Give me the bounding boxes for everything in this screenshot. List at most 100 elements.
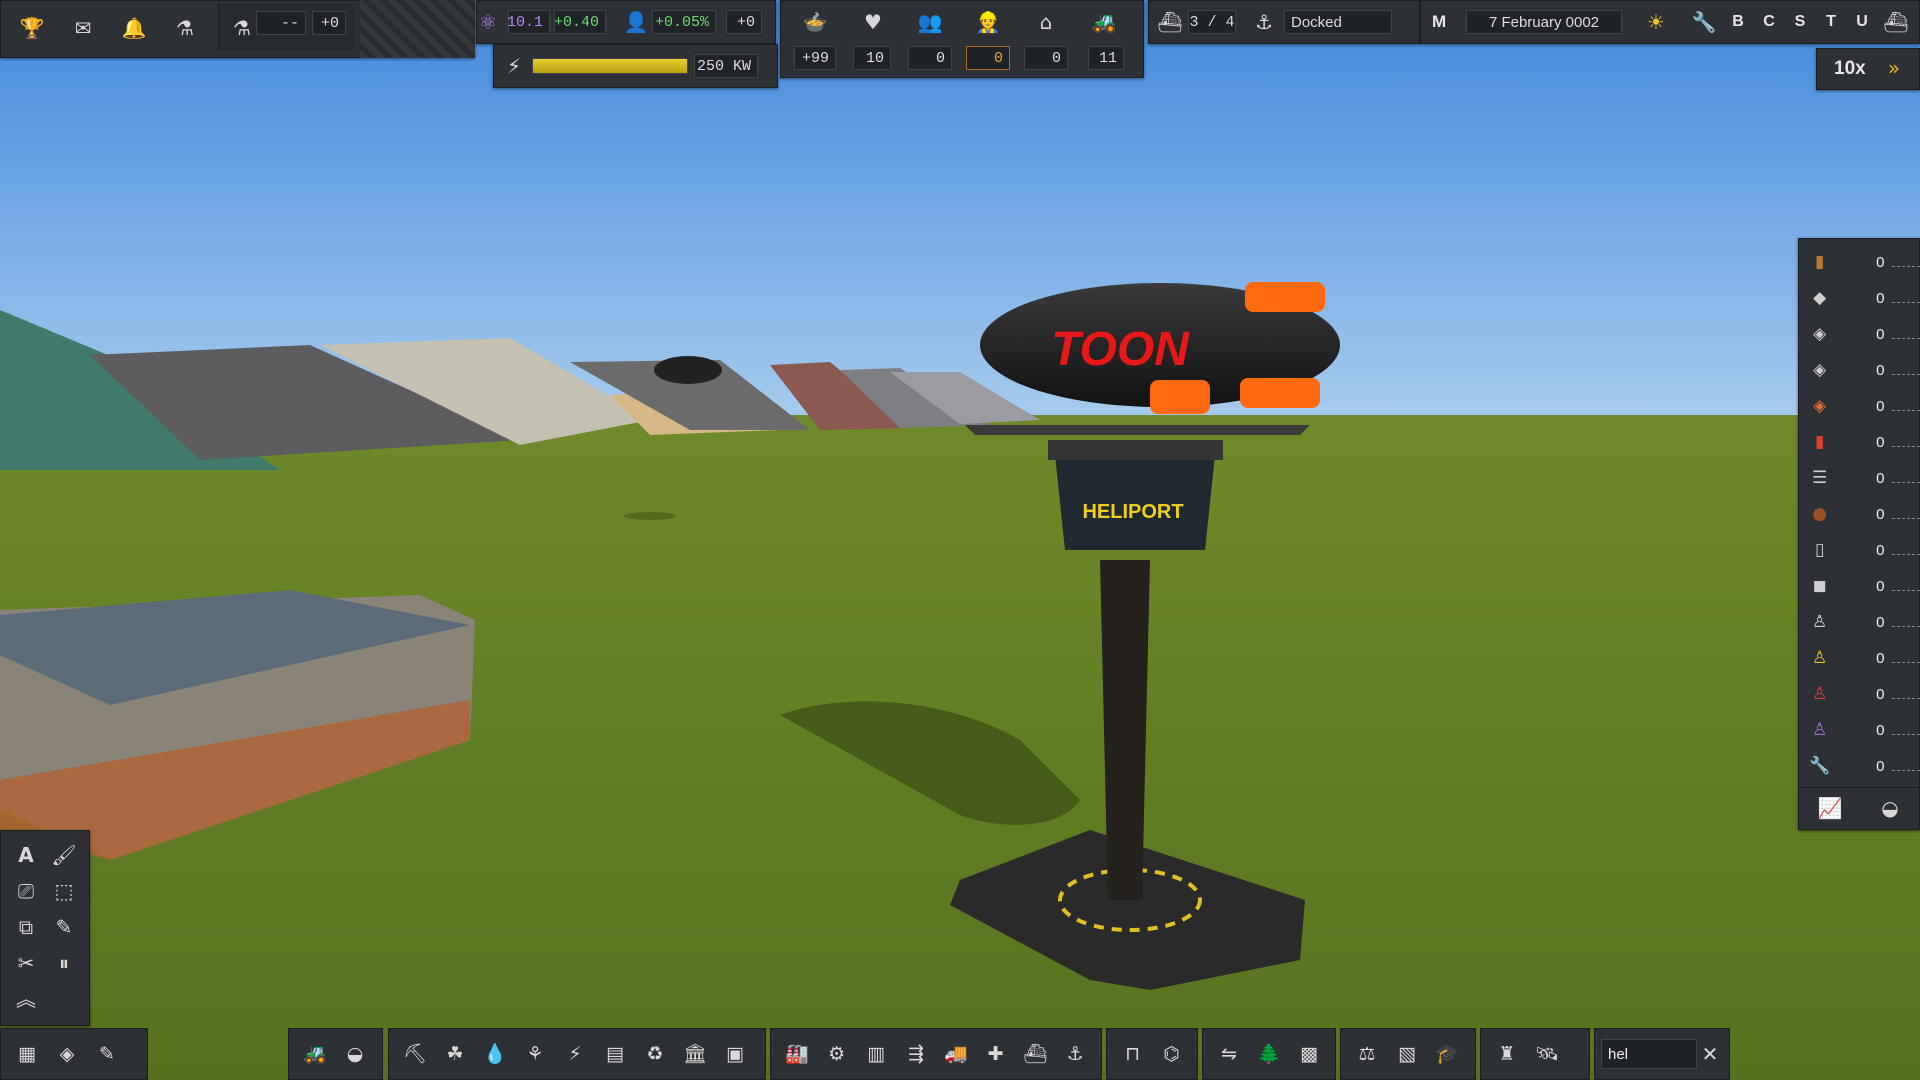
resource-value: 0 bbox=[1876, 325, 1885, 343]
rock-icon: ◆ bbox=[1813, 287, 1827, 308]
house-icon[interactable]: ⌂ bbox=[1028, 2, 1064, 42]
resource-row[interactable]: ◈ 0 bbox=[1800, 316, 1920, 352]
eyedropper-icon[interactable]: ✎ bbox=[46, 910, 82, 944]
resource-row[interactable]: ▮ 0 bbox=[1800, 244, 1920, 280]
ship-status: Docked bbox=[1284, 10, 1392, 34]
speed-label[interactable]: 10x bbox=[1834, 58, 1866, 80]
resource-row[interactable]: ◆ 0 bbox=[1800, 280, 1920, 316]
calendar-mode[interactable]: M bbox=[1432, 12, 1446, 32]
power-build-icon[interactable]: ⚡ bbox=[555, 1034, 595, 1074]
water-icon[interactable]: 💧 bbox=[475, 1034, 515, 1074]
layers-icon[interactable]: ◈ bbox=[47, 1034, 87, 1074]
satellite-icon[interactable]: 🛰 bbox=[1527, 1034, 1567, 1074]
food-icon[interactable]: 🍲 bbox=[797, 2, 833, 42]
population-icon[interactable]: 👤 bbox=[618, 2, 654, 42]
sun-icon[interactable]: ☀ bbox=[1638, 2, 1674, 42]
fuel-can-icon: ▮ bbox=[1814, 431, 1825, 452]
bottom-build-group-1: 🚜 ◒ bbox=[288, 1028, 383, 1080]
ship-build-icon[interactable]: ⛴ bbox=[1016, 1034, 1056, 1074]
solar-icon[interactable]: ▥ bbox=[857, 1034, 897, 1074]
pattern-icon[interactable]: ▩ bbox=[1289, 1034, 1329, 1074]
truck-icon[interactable]: 🚚 bbox=[936, 1034, 976, 1074]
resource-row[interactable]: ◼ 0 bbox=[1800, 568, 1920, 604]
resource-row[interactable]: ▯ 0 bbox=[1800, 532, 1920, 568]
collapse-up-icon[interactable]: ︽ bbox=[8, 982, 44, 1016]
ship-menu-icon[interactable]: ⛴ bbox=[1878, 2, 1914, 42]
blueprint-icon[interactable]: ▧ bbox=[1387, 1034, 1427, 1074]
unity-value: 10.1 bbox=[507, 10, 550, 34]
close-icon[interactable]: ✕ bbox=[1697, 1034, 1723, 1074]
paint-brush-icon[interactable]: 🖌 bbox=[46, 838, 82, 872]
bell-icon[interactable]: 🔔 bbox=[116, 8, 152, 48]
gantry-icon[interactable]: ⊓ bbox=[1113, 1034, 1152, 1074]
terrain-icon[interactable]: ⇋ bbox=[1209, 1034, 1249, 1074]
dock-icon[interactable]: ⚓ bbox=[1055, 1034, 1095, 1074]
tower-icon[interactable]: ♜ bbox=[1487, 1034, 1527, 1074]
resource-row[interactable]: ◈ 0 bbox=[1800, 352, 1920, 388]
edit-icon[interactable]: ✎ bbox=[87, 1034, 127, 1074]
flask-icon[interactable]: ⚗ bbox=[167, 8, 203, 48]
ship-icon[interactable]: ⛴ bbox=[1152, 2, 1188, 42]
resource-row[interactable]: ▮ 0 bbox=[1800, 424, 1920, 460]
resource-target-line bbox=[1892, 437, 1920, 447]
crops-icon[interactable]: ⚘ bbox=[515, 1034, 555, 1074]
resource-row[interactable]: ♙ 0 bbox=[1800, 604, 1920, 640]
grid-icon[interactable]: ▦ bbox=[7, 1034, 47, 1074]
menu-letter-u[interactable]: U bbox=[1844, 2, 1880, 42]
unity-icon[interactable]: ⚛ bbox=[470, 2, 506, 42]
resource-value: 0 bbox=[1876, 757, 1885, 775]
housing-value: 0 bbox=[1024, 46, 1068, 70]
resource-value: 0 bbox=[1876, 685, 1885, 703]
trophy-icon[interactable]: 🏆 bbox=[14, 8, 50, 48]
jar-icon: ▯ bbox=[1814, 539, 1825, 560]
stacked-plates-icon: ☰ bbox=[1812, 467, 1828, 488]
assembly-icon[interactable]: ⚙ bbox=[817, 1034, 857, 1074]
vehicle-build-icon[interactable]: 🚜 bbox=[295, 1034, 335, 1074]
housing-build-icon[interactable]: ▣ bbox=[715, 1034, 755, 1074]
pause-tool-icon[interactable]: ⏸ bbox=[46, 946, 82, 980]
farming-icon[interactable]: ☘ bbox=[435, 1034, 475, 1074]
research-build-icon[interactable]: ⌬ bbox=[1152, 1034, 1191, 1074]
resource-row[interactable]: ◈ 0 bbox=[1800, 388, 1920, 424]
docked-ship-icon[interactable]: ⚓ bbox=[1246, 2, 1282, 42]
medical-icon[interactable]: ✚ bbox=[976, 1034, 1016, 1074]
search-group: ✕ bbox=[1594, 1028, 1730, 1080]
tower-column bbox=[1100, 560, 1150, 900]
lightning-icon[interactable]: ⚡ bbox=[496, 46, 532, 86]
vehicle-icon[interactable]: 🚜 bbox=[1086, 2, 1122, 42]
bowl-build-icon[interactable]: ◒ bbox=[335, 1034, 375, 1074]
resource-row[interactable]: ☰ 0 bbox=[1800, 460, 1920, 496]
game-viewport[interactable]: HELIPORT TOON bbox=[0, 0, 1920, 1080]
wrench-icon[interactable]: 🔧 bbox=[1686, 2, 1722, 42]
select-area-icon[interactable]: ⬚ bbox=[46, 874, 82, 908]
resource-row[interactable]: ♙ 0 bbox=[1800, 640, 1920, 676]
resource-row[interactable]: 🔧 0 bbox=[1800, 748, 1920, 784]
worker-icon[interactable]: 👷 bbox=[970, 2, 1006, 42]
chart-icon[interactable]: 📈 bbox=[1812, 788, 1848, 828]
resource-row[interactable]: ♙ 0 bbox=[1800, 712, 1920, 748]
resource-row[interactable]: ● 0 bbox=[1800, 496, 1920, 532]
education-icon[interactable]: 🎓 bbox=[1427, 1034, 1467, 1074]
research-flask-icon[interactable]: ⚗ bbox=[224, 8, 260, 48]
waste-icon[interactable]: ♻ bbox=[635, 1034, 675, 1074]
resource-row[interactable]: ♙ 0 bbox=[1800, 676, 1920, 712]
fast-forward-icon[interactable]: » bbox=[1876, 48, 1912, 88]
copy-icon[interactable]: ⧉ bbox=[8, 910, 44, 944]
government-icon[interactable]: 🏛 bbox=[675, 1034, 715, 1074]
layers-edit-icon[interactable]: ⎚ bbox=[8, 874, 44, 908]
mining-icon[interactable]: ⛏ bbox=[395, 1034, 435, 1074]
mail-icon[interactable]: ✉ bbox=[65, 8, 101, 48]
stats-bowl-icon[interactable]: ◒ bbox=[1872, 788, 1908, 828]
trees-icon[interactable]: 🌲 bbox=[1249, 1034, 1289, 1074]
balance-icon[interactable]: ⚖ bbox=[1347, 1034, 1387, 1074]
people-icon[interactable]: 👥 bbox=[912, 2, 948, 42]
health-icon[interactable]: ♥ bbox=[855, 2, 891, 42]
text-tool-icon[interactable]: A bbox=[8, 838, 44, 872]
search-input[interactable] bbox=[1601, 1039, 1697, 1069]
storage-icon[interactable]: ▤ bbox=[595, 1034, 635, 1074]
vehicles-value: 11 bbox=[1088, 46, 1124, 70]
bottom-build-group-5: ⇋ 🌲 ▩ bbox=[1202, 1028, 1336, 1080]
conveyor-icon[interactable]: ⇶ bbox=[896, 1034, 936, 1074]
cut-icon[interactable]: ✂ bbox=[8, 946, 44, 980]
factory-icon[interactable]: 🏭 bbox=[777, 1034, 817, 1074]
